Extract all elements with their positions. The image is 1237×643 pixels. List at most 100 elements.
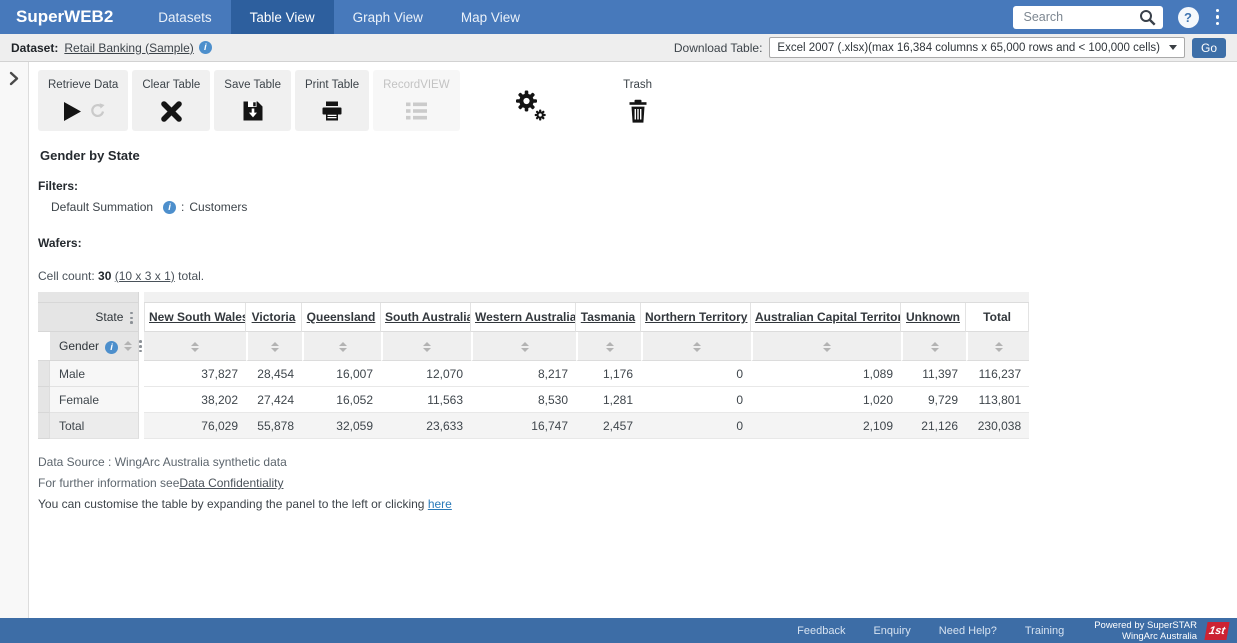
- col-header-link[interactable]: Northern Territory: [645, 310, 747, 324]
- col-header-south-australia: South Australia: [381, 303, 471, 332]
- gender-menu-icon[interactable]: [139, 340, 142, 352]
- filters-block: Filters: Default Summation i : Customers: [38, 179, 1227, 214]
- row-label-female: Female: [50, 387, 139, 413]
- dataset-label: Dataset:: [11, 41, 58, 55]
- footer-link-enquiry[interactable]: Enquiry: [859, 625, 924, 637]
- trash-button[interactable]: Trash: [602, 70, 674, 131]
- cell-female-victoria: 27,424: [246, 387, 302, 413]
- sort-arrows-icon: [606, 342, 614, 352]
- cell-female-queensland: 16,052: [302, 387, 381, 413]
- dataset-info-icon[interactable]: i: [199, 41, 212, 54]
- cell-total-victoria: 55,878: [246, 413, 302, 439]
- sort-arrows-icon: [995, 342, 1003, 352]
- footer-link-feedback[interactable]: Feedback: [783, 625, 859, 637]
- overflow-menu-icon[interactable]: [1214, 5, 1222, 30]
- col-header-link[interactable]: South Australia: [385, 310, 471, 324]
- nav-map-view[interactable]: Map View: [442, 0, 539, 34]
- col-header-tasmania: Tasmania: [576, 303, 641, 332]
- sort-control-unknown[interactable]: [901, 332, 966, 361]
- col-header-link[interactable]: Tasmania: [581, 310, 635, 324]
- filter-line: Default Summation i : Customers: [51, 200, 1227, 214]
- cell-male-new-south-wales: 37,827: [144, 361, 246, 387]
- sort-control-tasmania[interactable]: [576, 332, 641, 361]
- powered-by: Powered by SuperSTAR WingArc Australia: [1094, 620, 1197, 642]
- sort-arrows-icon: [931, 342, 939, 352]
- sort-control-south-australia[interactable]: [381, 332, 471, 361]
- print-table-button[interactable]: Print Table: [295, 70, 369, 131]
- sort-control-new-south-wales[interactable]: [144, 332, 246, 361]
- clear-table-button[interactable]: Clear Table: [132, 70, 210, 131]
- cell-total-south-australia: 23,633: [381, 413, 471, 439]
- customise-here-link[interactable]: here: [428, 497, 452, 511]
- cell-total-new-south-wales: 76,029: [144, 413, 246, 439]
- footer-link-need-help[interactable]: Need Help?: [925, 625, 1011, 637]
- dataset-bar: Dataset: Retail Banking (Sample) i Downl…: [0, 34, 1237, 62]
- toolbar: Retrieve Data Clear Table Save Table: [38, 70, 1227, 131]
- cell-male-western-australia: 8,217: [471, 361, 576, 387]
- cell-total-australian-capital-territory: 2,109: [751, 413, 901, 439]
- sort-control-australian-capital-territory[interactable]: [751, 332, 901, 361]
- customise-note: You can customise the table by expanding…: [38, 494, 1227, 515]
- cell-count-line: Cell count: 30 (10 x 3 x 1) total.: [38, 269, 1227, 283]
- col-header-total: Total: [966, 303, 1029, 332]
- data-confidentiality-link[interactable]: Data Confidentiality: [179, 476, 283, 490]
- retrieve-data-button[interactable]: Retrieve Data: [38, 70, 128, 131]
- sort-control-victoria[interactable]: [246, 332, 302, 361]
- cell-count-link[interactable]: (10 x 3 x 1): [115, 269, 175, 283]
- cell-female-tasmania: 1,281: [576, 387, 641, 413]
- customise-panel-rail: [0, 62, 29, 618]
- sort-control-western-australia[interactable]: [471, 332, 576, 361]
- top-bar: SuperWEB2 DatasetsTable ViewGraph ViewMa…: [0, 0, 1237, 34]
- sort-control-northern-territory[interactable]: [641, 332, 751, 361]
- nav-datasets[interactable]: Datasets: [139, 0, 230, 34]
- col-header-unknown: Unknown: [901, 303, 966, 332]
- sort-control-queensland[interactable]: [302, 332, 381, 361]
- gender-info-icon[interactable]: i: [105, 341, 118, 354]
- cell-male-total: 116,237: [966, 361, 1029, 387]
- col-header-australian-capital-territory: Australian Capital Territory: [751, 303, 901, 332]
- gears-icon: [513, 89, 547, 121]
- filter-separator: :: [181, 200, 184, 214]
- trash-icon: [627, 99, 649, 124]
- sort-control-total[interactable]: [966, 332, 1029, 361]
- search-box[interactable]: [1013, 6, 1163, 29]
- table-notes: Data Source : WingArc Australia syntheti…: [38, 452, 1227, 515]
- col-header-link[interactable]: Unknown: [906, 310, 960, 324]
- footer-link-training[interactable]: Training: [1011, 625, 1078, 637]
- col-header-link[interactable]: Australian Capital Territory: [755, 310, 901, 324]
- help-icon[interactable]: ?: [1178, 7, 1199, 28]
- search-input[interactable]: [1022, 9, 1139, 25]
- main-content: Retrieve Data Clear Table Save Table: [30, 62, 1237, 515]
- state-menu-icon[interactable]: [130, 312, 133, 324]
- nav-graph-view[interactable]: Graph View: [334, 0, 442, 34]
- download-format-select[interactable]: Excel 2007 (.xlsx)(max 16,384 columns x …: [769, 37, 1185, 58]
- cell-male-queensland: 16,007: [302, 361, 381, 387]
- save-table-button[interactable]: Save Table: [214, 70, 291, 131]
- cell-total-tasmania: 2,457: [576, 413, 641, 439]
- column-dimension-label: State: [95, 310, 123, 324]
- go-button[interactable]: Go: [1192, 38, 1226, 58]
- col-header-link[interactable]: Western Australia: [475, 310, 576, 324]
- cell-female-australian-capital-territory: 1,020: [751, 387, 901, 413]
- cell-female-new-south-wales: 38,202: [144, 387, 246, 413]
- row-label-total: Total: [50, 413, 139, 439]
- table-strip-left: [38, 292, 139, 303]
- table-options-button[interactable]: [494, 70, 566, 125]
- cell-female-northern-territory: 0: [641, 387, 751, 413]
- col-header-link[interactable]: New South Wales: [149, 310, 246, 324]
- filter-info-icon[interactable]: i: [163, 201, 176, 214]
- cell-male-northern-territory: 0: [641, 361, 751, 387]
- download-format-value: Excel 2007 (.xlsx)(max 16,384 columns x …: [777, 42, 1160, 54]
- cell-female-south-australia: 11,563: [381, 387, 471, 413]
- gender-sort-icon[interactable]: [124, 341, 132, 351]
- footer-links: FeedbackEnquiryNeed Help?Training: [783, 625, 1078, 637]
- dataset-link[interactable]: Retail Banking (Sample): [64, 41, 193, 55]
- wafers-block: Wafers:: [38, 234, 1227, 252]
- col-header-link[interactable]: Victoria: [252, 310, 296, 324]
- search-icon[interactable]: [1139, 9, 1156, 26]
- expand-panel-chevron-icon[interactable]: [8, 71, 20, 86]
- col-header-link[interactable]: Queensland: [307, 310, 376, 324]
- print-icon: [321, 100, 343, 122]
- refresh-icon: [88, 103, 105, 120]
- nav-table-view[interactable]: Table View: [231, 0, 334, 34]
